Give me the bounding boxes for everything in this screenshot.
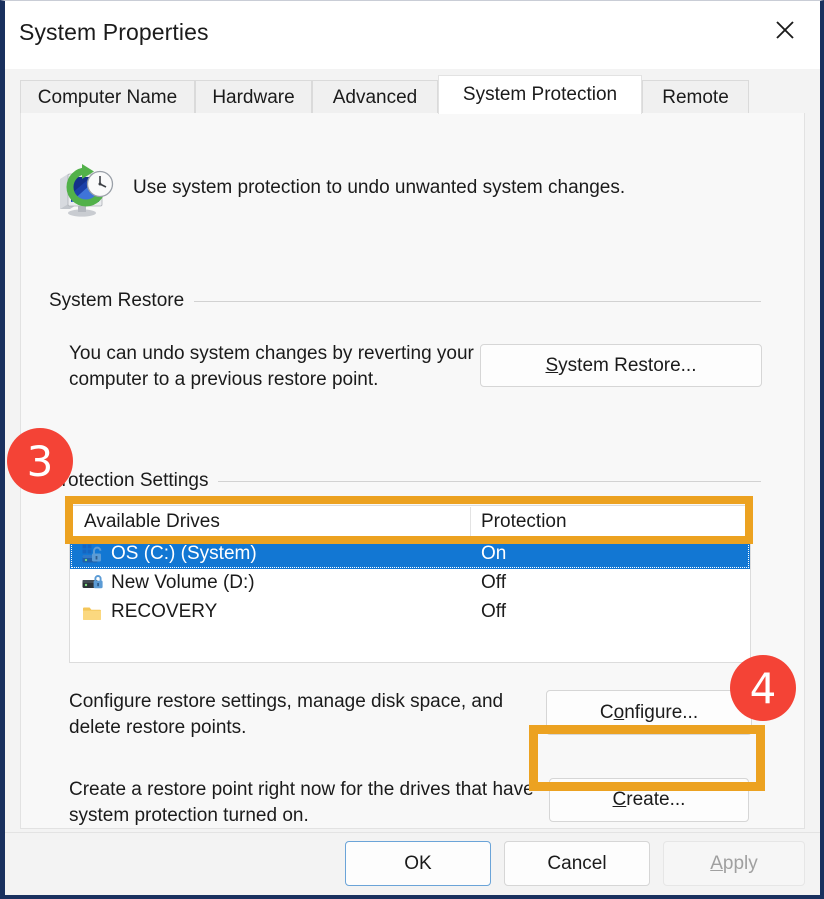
drive-row-recovery[interactable]: RECOVERY Off xyxy=(70,598,750,627)
system-protection-tab-page: Use system protection to undo unwanted s… xyxy=(20,113,805,829)
drive-windows-unlocked-icon xyxy=(82,544,106,566)
protection-settings-group-label: Protection Settings xyxy=(49,470,219,492)
header-row: Use system protection to undo unwanted s… xyxy=(21,163,806,233)
tab-label: Advanced xyxy=(332,86,418,108)
callout-badge-number: 4 xyxy=(749,663,777,713)
drive-locked-icon xyxy=(82,573,106,595)
tab-system-protection[interactable]: System Protection xyxy=(438,75,642,114)
close-icon xyxy=(774,19,796,41)
callout-badge-number: 3 xyxy=(26,436,54,486)
column-divider xyxy=(470,507,471,538)
tab-label: Hardware xyxy=(212,86,295,108)
system-restore-description: You can undo system changes by reverting… xyxy=(69,343,474,390)
drive-name: New Volume (D:) xyxy=(111,572,255,593)
tab-remote[interactable]: Remote xyxy=(642,80,749,114)
tab-label: System Protection xyxy=(462,84,618,105)
callout-badge-4: 4 xyxy=(730,655,796,721)
column-header-protection: Protection xyxy=(481,511,567,532)
tab-strip: Computer Name Hardware Advanced System P… xyxy=(20,75,805,114)
configure-button-accel: o xyxy=(613,701,625,723)
ok-button[interactable]: OK xyxy=(345,841,491,886)
system-protection-monitor-icon xyxy=(56,163,114,219)
drive-protection-status: On xyxy=(481,543,507,564)
configure-button-prefix: C xyxy=(599,701,614,723)
drive-protection-status: Off xyxy=(481,601,506,622)
column-header-available-drives: Available Drives xyxy=(84,511,220,532)
dialog-body: Computer Name Hardware Advanced System P… xyxy=(5,69,820,895)
footer-divider xyxy=(5,832,820,833)
drive-row-new-volume-d[interactable]: New Volume (D:) Off xyxy=(70,569,750,598)
apply-button-accel: A xyxy=(710,852,723,874)
configure-button[interactable]: Configure... xyxy=(546,690,752,735)
create-button-label: reate... xyxy=(626,789,686,810)
apply-button: Apply xyxy=(663,841,805,886)
configure-button-label: nfigure... xyxy=(624,701,699,723)
tab-computer-name[interactable]: Computer Name xyxy=(20,80,195,114)
apply-button-label: pply xyxy=(722,852,758,874)
ok-button-label: OK xyxy=(404,852,432,874)
cancel-button[interactable]: Cancel xyxy=(504,841,650,886)
create-description: Create a restore point right now for the… xyxy=(69,779,534,826)
cancel-button-label: Cancel xyxy=(547,852,607,874)
available-drives-listbox[interactable]: Available Drives Protection OS (C:) (Sys… xyxy=(69,505,751,663)
tab-hardware[interactable]: Hardware xyxy=(195,80,312,114)
create-button-accel: C xyxy=(612,789,627,810)
callout-badge-3: 3 xyxy=(7,428,73,494)
configure-description: Configure restore settings, manage disk … xyxy=(69,691,504,738)
tab-label: Remote xyxy=(662,86,729,108)
drive-name: OS (C:) (System) xyxy=(111,543,257,564)
system-restore-button-label: ystem Restore... xyxy=(558,354,697,376)
system-restore-button-accel: S xyxy=(545,354,559,376)
listbox-header: Available Drives Protection xyxy=(70,506,750,540)
title-bar: System Properties xyxy=(5,1,820,69)
header-description: Use system protection to undo unwanted s… xyxy=(133,177,626,198)
system-properties-window: System Properties Computer Name Hardware… xyxy=(0,0,824,899)
tab-advanced[interactable]: Advanced xyxy=(312,80,438,114)
system-restore-button[interactable]: System Restore... xyxy=(480,344,762,387)
close-button[interactable] xyxy=(754,1,816,59)
create-button[interactable]: Create... xyxy=(549,778,749,822)
drive-row-os-c[interactable]: OS (C:) (System) On xyxy=(70,540,750,569)
drive-name: RECOVERY xyxy=(111,601,218,622)
window-title: System Properties xyxy=(19,19,209,45)
folder-icon xyxy=(82,602,106,624)
system-restore-group-label: System Restore xyxy=(49,290,195,312)
tab-label: Computer Name xyxy=(37,86,178,108)
drive-protection-status: Off xyxy=(481,572,506,593)
